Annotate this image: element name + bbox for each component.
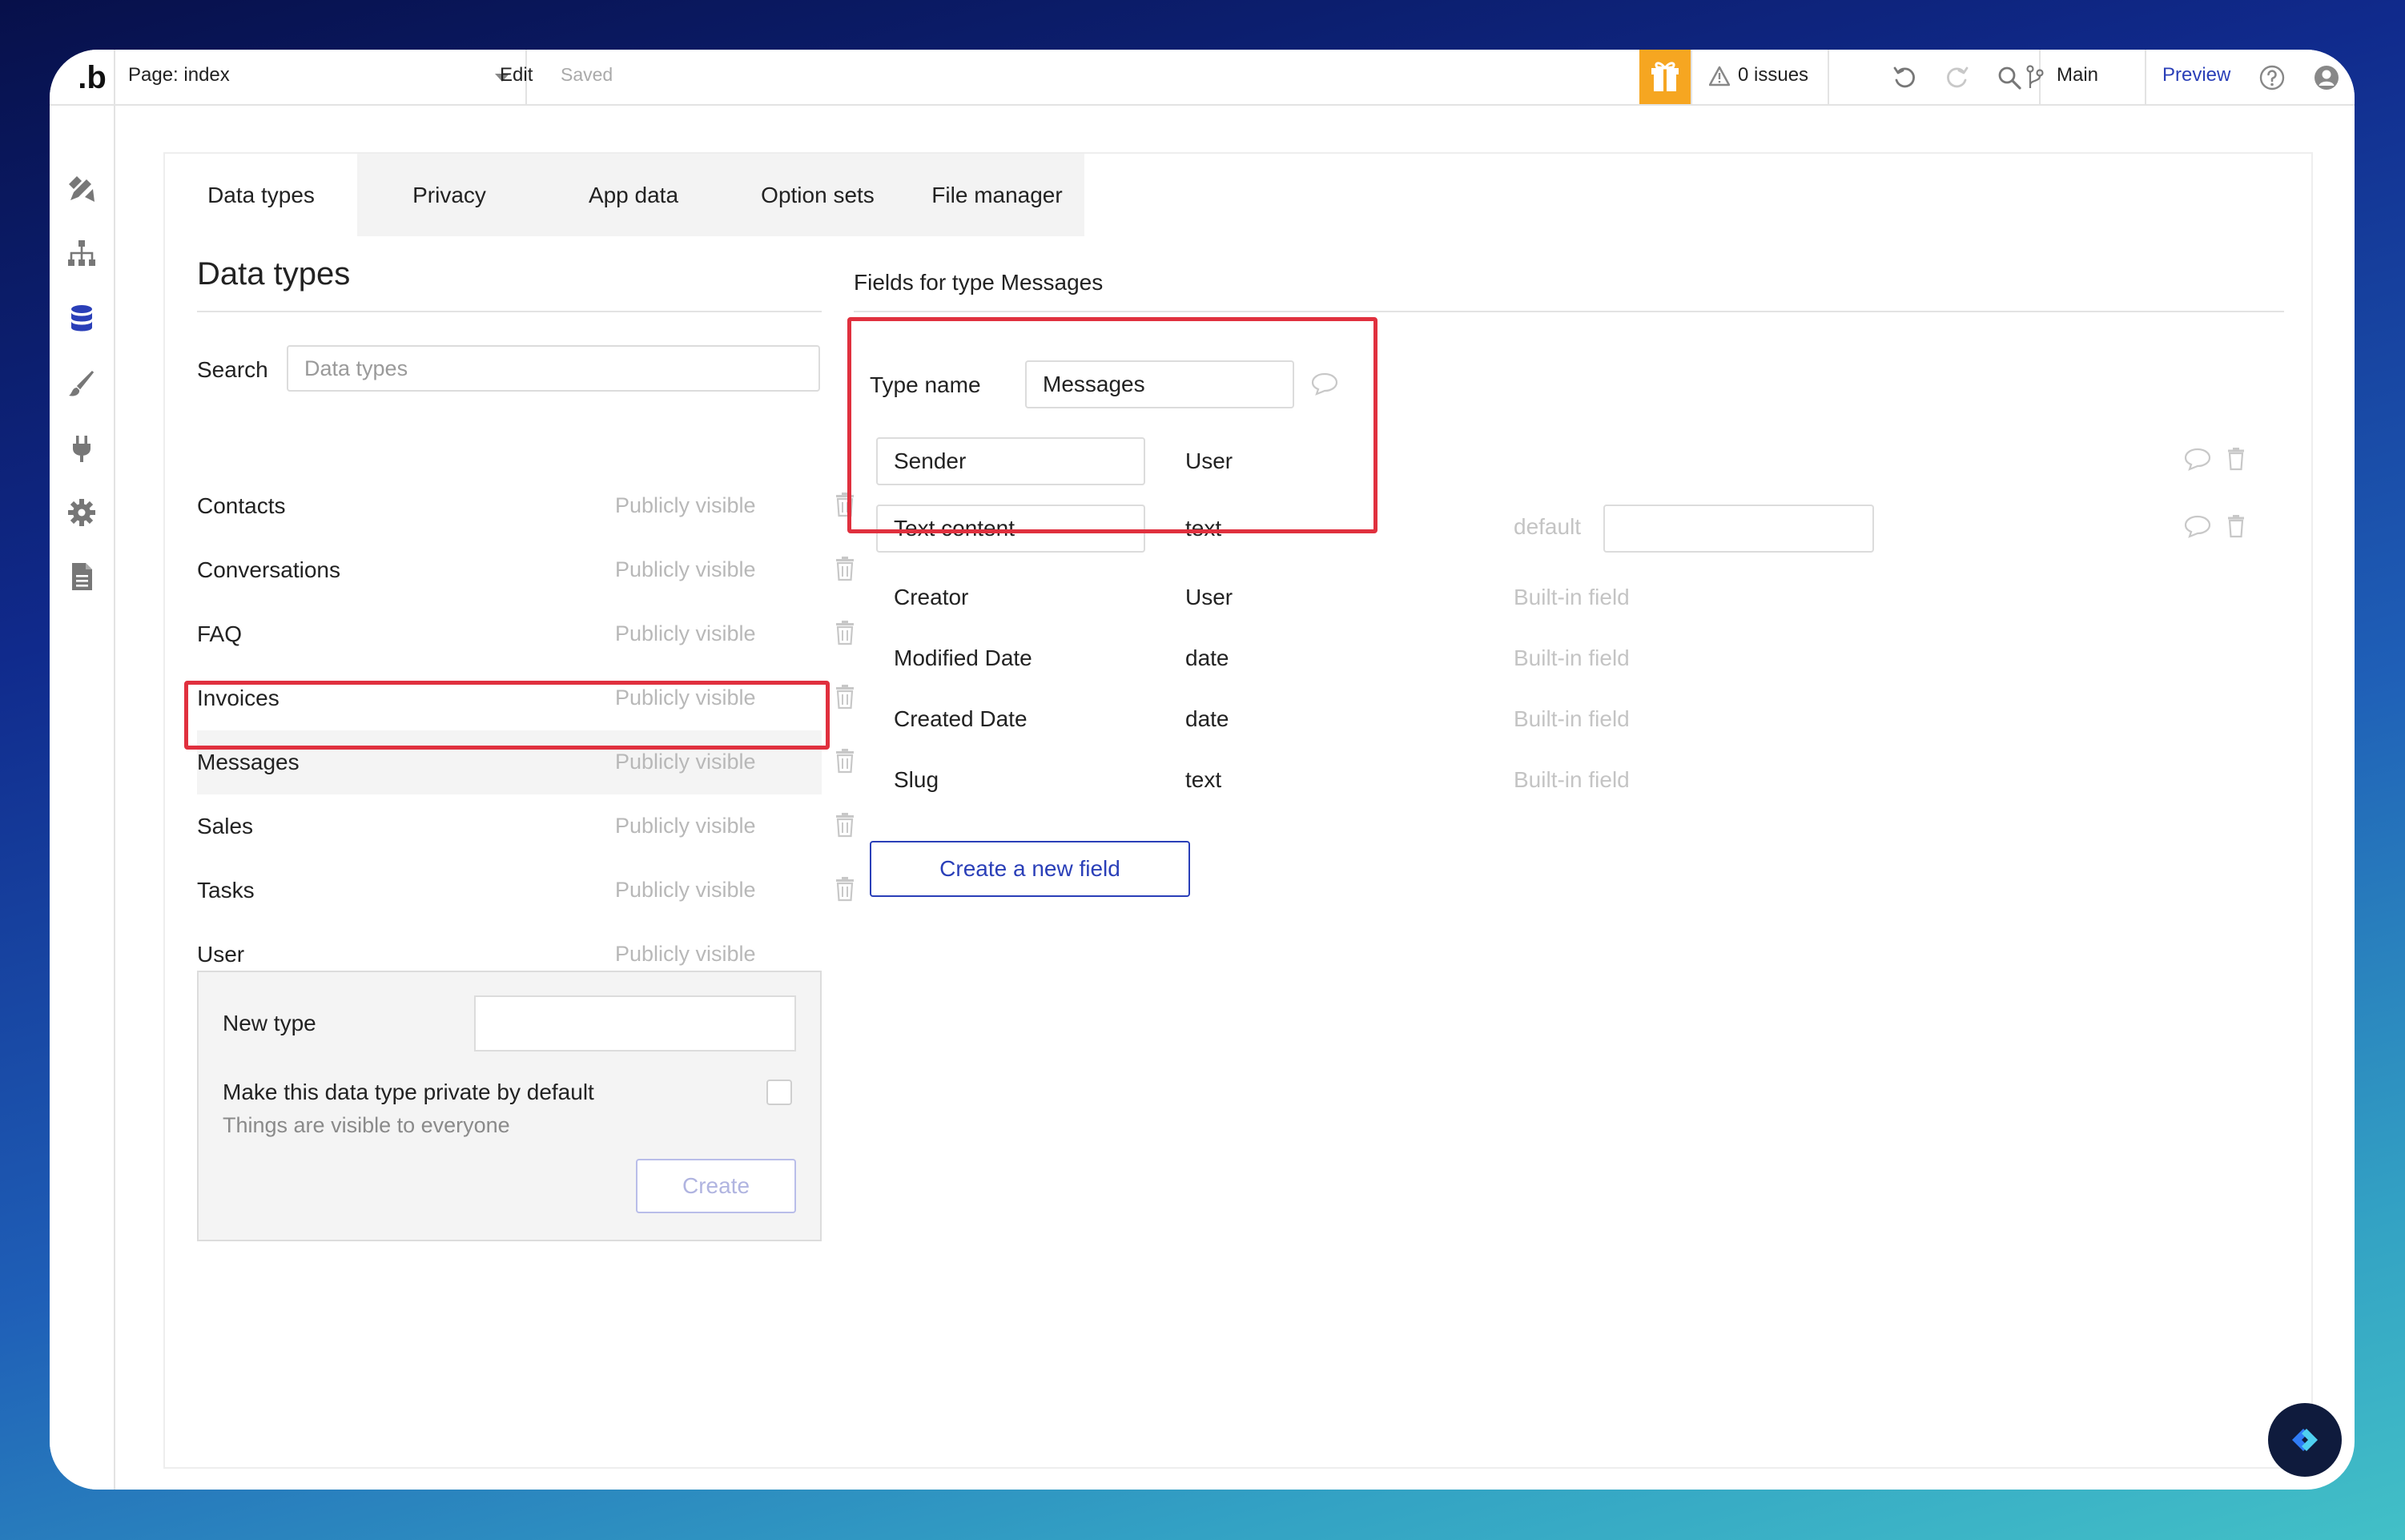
branch-icon bbox=[2026, 65, 2044, 88]
tab-app-data[interactable]: App data bbox=[541, 154, 726, 236]
preview-button[interactable]: Preview bbox=[2162, 64, 2230, 86]
assistant-button[interactable] bbox=[2268, 1403, 2342, 1477]
create-new-field-button[interactable]: Create a new field bbox=[870, 841, 1190, 897]
visibility-label: Publicly visible bbox=[615, 942, 756, 966]
data-types-search-input[interactable] bbox=[287, 345, 820, 392]
help-icon[interactable] bbox=[2258, 64, 2286, 91]
visibility-label: Publicly visible bbox=[615, 493, 756, 517]
separator bbox=[1828, 50, 1829, 104]
search-label: Search bbox=[197, 357, 268, 382]
builtin-field-type: date bbox=[1185, 645, 1229, 670]
data-type-row-conversations[interactable]: Conversations Publicly visible bbox=[197, 538, 854, 602]
comment-icon[interactable] bbox=[2183, 447, 2212, 471]
page-selector[interactable]: Page: index bbox=[114, 50, 527, 104]
trash-icon[interactable] bbox=[835, 876, 855, 902]
trash-icon[interactable] bbox=[835, 684, 855, 710]
left-icon-rail bbox=[50, 106, 115, 1490]
data-type-name: Sales bbox=[197, 814, 254, 838]
data-type-name: User bbox=[197, 942, 245, 967]
data-type-row-contacts[interactable]: Contacts Publicly visible bbox=[197, 474, 854, 538]
data-type-row-sales[interactable]: Sales Publicly visible bbox=[197, 794, 854, 858]
builtin-field-name: Modified Date bbox=[894, 645, 1032, 670]
gift-icon bbox=[1651, 62, 1679, 91]
separator bbox=[1691, 50, 1692, 104]
private-default-label: Make this data type private by default bbox=[223, 1080, 594, 1104]
tab-data-types[interactable]: Data types bbox=[165, 154, 357, 236]
data-types-heading: Data types bbox=[197, 256, 351, 292]
trash-icon[interactable] bbox=[2226, 514, 2246, 538]
default-label: default bbox=[1514, 514, 1582, 539]
selected-type-highlight bbox=[184, 681, 830, 750]
trash-icon[interactable] bbox=[2226, 447, 2246, 471]
builtin-field-name: Created Date bbox=[894, 706, 1028, 731]
tab-file-manager[interactable]: File manager bbox=[910, 154, 1084, 236]
private-default-checkbox[interactable] bbox=[766, 1080, 792, 1105]
data-type-name: Tasks bbox=[197, 878, 255, 903]
builtin-field-note: Built-in field bbox=[1514, 585, 1630, 609]
visibility-label: Publicly visible bbox=[615, 750, 756, 774]
issues-counter[interactable]: 0 issues bbox=[1738, 64, 1808, 86]
trash-icon[interactable] bbox=[835, 620, 855, 645]
styles-icon[interactable] bbox=[66, 368, 98, 400]
builtin-field-name: Creator bbox=[894, 585, 969, 609]
visibility-label: Publicly visible bbox=[615, 621, 756, 645]
account-icon[interactable] bbox=[2313, 64, 2340, 91]
builtin-field-name: Slug bbox=[894, 767, 939, 792]
tab-option-sets[interactable]: Option sets bbox=[726, 154, 910, 236]
builtin-field-note: Built-in field bbox=[1514, 645, 1630, 670]
logs-icon[interactable] bbox=[66, 561, 98, 593]
trash-icon[interactable] bbox=[835, 556, 855, 581]
create-type-button[interactable]: Create bbox=[636, 1159, 796, 1213]
trash-icon[interactable] bbox=[835, 748, 855, 774]
data-type-name: Contacts bbox=[197, 493, 286, 518]
page-selector-label: Page: index bbox=[128, 64, 230, 86]
default-value-input[interactable] bbox=[1603, 505, 1874, 553]
edit-menu[interactable]: Edit bbox=[500, 64, 533, 86]
gift-button[interactable] bbox=[1639, 50, 1691, 104]
editor-window: .b Page: index Edit Saved 0 issues Main … bbox=[50, 50, 2355, 1490]
redo-icon[interactable] bbox=[1943, 64, 1970, 91]
data-type-name: Messages bbox=[197, 750, 300, 774]
visibility-label: Publicly visible bbox=[615, 557, 756, 581]
visibility-label: Publicly visible bbox=[615, 814, 756, 838]
divider bbox=[854, 311, 2284, 312]
data-type-row-tasks[interactable]: Tasks Publicly visible bbox=[197, 858, 854, 923]
type-fields-highlight bbox=[847, 317, 1377, 533]
builtin-field-note: Built-in field bbox=[1514, 706, 1630, 731]
comment-icon[interactable] bbox=[2183, 514, 2212, 538]
tab-privacy[interactable]: Privacy bbox=[357, 154, 541, 236]
plugins-icon[interactable] bbox=[66, 432, 98, 464]
trash-icon[interactable] bbox=[835, 812, 855, 838]
builtin-field-type: User bbox=[1185, 585, 1233, 609]
fields-heading: Fields for type Messages bbox=[854, 270, 1104, 295]
builtin-field-note: Built-in field bbox=[1514, 767, 1630, 792]
separator bbox=[2145, 50, 2146, 104]
data-type-name: Conversations bbox=[197, 557, 340, 582]
data-tabs: Data types Privacy App data Option sets … bbox=[165, 154, 1084, 236]
assistant-logo-icon bbox=[2292, 1429, 2318, 1451]
undo-icon[interactable] bbox=[1892, 64, 1919, 91]
design-icon[interactable] bbox=[66, 173, 98, 205]
visibility-note: Things are visible to everyone bbox=[223, 1113, 510, 1137]
builtin-field-type: text bbox=[1185, 767, 1222, 792]
new-type-label: New type bbox=[223, 1011, 316, 1035]
settings-icon[interactable] bbox=[66, 497, 98, 529]
data-type-row-faq[interactable]: FAQ Publicly visible bbox=[197, 602, 854, 666]
data-icon[interactable] bbox=[66, 303, 98, 335]
builtin-field-type: date bbox=[1185, 706, 1229, 731]
top-bar: .b Page: index Edit Saved 0 issues Main … bbox=[50, 50, 2355, 106]
visibility-label: Publicly visible bbox=[615, 878, 756, 902]
save-status: Saved bbox=[561, 64, 613, 85]
new-type-input[interactable] bbox=[474, 995, 796, 1051]
bubble-logo[interactable]: .b bbox=[64, 54, 120, 101]
workflow-icon[interactable] bbox=[66, 237, 98, 269]
data-type-name: FAQ bbox=[197, 621, 243, 646]
search-icon[interactable] bbox=[1996, 64, 2023, 91]
branch-selector[interactable]: Main bbox=[2057, 64, 2098, 86]
divider bbox=[197, 311, 822, 312]
warning-icon bbox=[1709, 66, 1730, 86]
